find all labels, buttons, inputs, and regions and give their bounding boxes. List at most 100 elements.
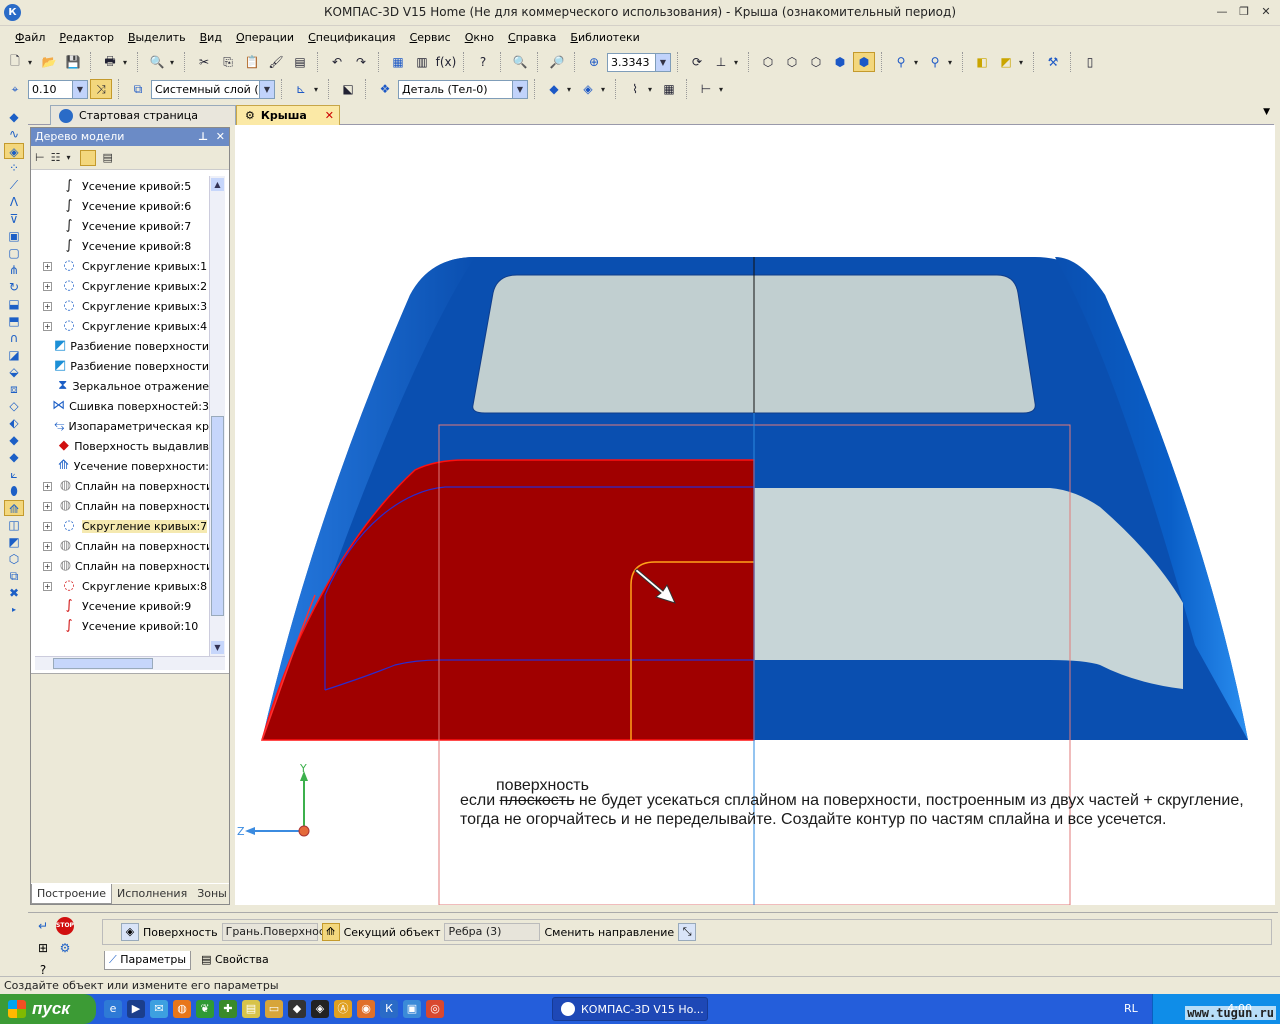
print-icon[interactable]: 🖶 — [99, 52, 121, 72]
tab-construction[interactable]: Построение — [31, 884, 113, 904]
measure-icon[interactable]: ⚒ — [1042, 52, 1064, 72]
expand-icon[interactable]: + — [43, 501, 52, 511]
offset-surface-icon[interactable]: ◆ — [4, 449, 24, 465]
surface-trim-tool-icon[interactable]: ⟰ — [4, 500, 24, 516]
ortho-mode-icon[interactable]: ⤨ — [90, 79, 112, 99]
firefox-icon[interactable]: ◍ — [173, 1000, 191, 1018]
auto-create-icon[interactable]: ⊞ — [34, 939, 52, 957]
new-document-icon[interactable]: 🗋 — [4, 52, 26, 72]
expand-icon[interactable]: + — [43, 541, 52, 551]
kompas-quick-icon[interactable]: ◈ — [311, 1000, 329, 1018]
chevron-down-icon[interactable]: ▼ — [655, 53, 670, 71]
extrude-op-icon[interactable]: ⬓ — [4, 296, 24, 312]
ie-icon[interactable]: e — [104, 1000, 122, 1018]
arrays-icon[interactable]: ⁘ — [4, 160, 24, 176]
mass-icon[interactable]: ▯ — [1079, 52, 1101, 72]
tree-node[interactable]: ◩ Разбиение поверхности — [35, 336, 209, 356]
tree-node[interactable]: ◆ Поверхность выдавлив — [35, 436, 209, 456]
preview-icon[interactable]: 🔍 — [146, 52, 168, 72]
tree-list-icon[interactable]: ☷ — [51, 151, 61, 164]
auxiliary-geometry-icon[interactable]: ⟋ — [4, 177, 24, 193]
patch-op-icon[interactable]: ◪ — [4, 347, 24, 363]
mesh-op-icon[interactable]: ⬙ — [4, 364, 24, 380]
tree-node[interactable]: + ◍ Сплайн на поверхности — [35, 536, 209, 556]
tree-node[interactable]: + ◌ Скругление кривых:7 — [35, 516, 209, 536]
orientation-icon[interactable]: ⊥ — [710, 52, 732, 72]
chrome-icon[interactable]: ◎ — [426, 1000, 444, 1018]
tree-node[interactable]: + ◌ Скругление кривых:3 — [35, 296, 209, 316]
tab-zones[interactable]: Зоны — [192, 884, 232, 904]
tab-properties[interactable]: ▤ Свойства — [197, 951, 273, 970]
stitch-op-icon[interactable]: ⧈ — [4, 381, 24, 397]
elements-icon[interactable]: ⋔ — [4, 262, 24, 278]
scroll-down-icon[interactable]: ▼ — [211, 641, 224, 654]
grid-icon[interactable]: ▦ — [658, 79, 680, 99]
tree-node[interactable]: ⋈ Сшивка поверхностей:3 — [35, 396, 209, 416]
conformal-icon[interactable]: ⧉ — [4, 568, 24, 584]
measurements-icon[interactable]: ▣ — [4, 228, 24, 244]
minimize-icon[interactable]: — — [1214, 5, 1230, 19]
extend-surface-icon[interactable]: ⬖ — [4, 415, 24, 431]
chevron-down-icon[interactable]: ▼ — [259, 80, 274, 98]
expand-icon[interactable]: + — [43, 581, 52, 591]
leaf-icon[interactable]: ❦ — [196, 1000, 214, 1018]
tree-horizontal-scrollbar[interactable] — [35, 656, 225, 670]
layer-icon[interactable]: ⧉ — [127, 79, 149, 99]
manager-icon[interactable]: ▦ — [387, 52, 409, 72]
cutter-field[interactable]: Ребра (3) — [444, 923, 541, 941]
split-surface-icon[interactable]: ◆ — [4, 432, 24, 448]
tree-node[interactable]: + ◌ Скругление кривых:2 — [35, 276, 209, 296]
plugin-icon[interactable]: ✚ — [219, 1000, 237, 1018]
expand-icon[interactable]: + — [43, 261, 52, 271]
layer-combo[interactable]: Системный слой (0) ▼ — [151, 79, 275, 99]
hidden-lines-icon[interactable]: ⬡ — [781, 52, 803, 72]
remove-faces-icon[interactable]: ✖ — [4, 585, 24, 601]
tree-node[interactable]: ∫ Усечение кривой:6 — [35, 196, 209, 216]
plane-icon[interactable]: ⬕ — [337, 79, 359, 99]
close-icon[interactable]: ✕ — [1258, 5, 1274, 19]
open-icon[interactable]: 📂 — [38, 52, 60, 72]
tree-node[interactable]: ∫ Усечение кривой:5 — [35, 176, 209, 196]
tree-node[interactable]: + ◌ Скругление кривых:8 — [35, 576, 209, 596]
snap-step-icon[interactable]: ⌖ — [4, 79, 26, 99]
zoom-in-icon[interactable]: ⊕ — [583, 52, 605, 72]
scroll-thumb[interactable] — [211, 416, 224, 616]
task-kompas[interactable]: КОМПАС-3D V15 Ho... — [552, 997, 708, 1021]
tree-node[interactable]: ◩ Разбиение поверхности — [35, 356, 209, 376]
step-combo[interactable]: 0.10 ▼ — [28, 79, 88, 99]
app-icon[interactable]: ▣ — [403, 1000, 421, 1018]
mail-icon[interactable]: ✉ — [150, 1000, 168, 1018]
avast-icon[interactable]: Ⓐ — [334, 1000, 352, 1018]
copy-icon[interactable]: ⎘ — [217, 52, 239, 72]
spatial-curves-icon[interactable]: ∿ — [4, 126, 24, 142]
local-cs-icon[interactable]: ⊾ — [290, 79, 312, 99]
expand-icon[interactable]: + — [43, 481, 52, 491]
menu-operations[interactable]: Операции — [229, 31, 301, 44]
create-object-icon[interactable]: ↵ — [34, 917, 52, 935]
expand-icon[interactable]: + — [43, 321, 52, 331]
rotate-icon[interactable]: ⟳ — [686, 52, 708, 72]
expand-icon[interactable]: + — [43, 561, 52, 571]
zoom-dynamic-icon[interactable]: 🔎 — [546, 52, 568, 72]
cut-icon[interactable]: ✂ — [193, 52, 215, 72]
close-tab-icon[interactable]: ✕ — [325, 109, 334, 122]
tree-node[interactable]: ∫ Усечение кривой:10 — [35, 616, 209, 636]
surface-select-icon[interactable]: ◈ — [121, 923, 139, 941]
chevron-down-icon[interactable]: ▼ — [512, 80, 527, 98]
more-tools-icon[interactable]: ▸ — [4, 602, 24, 618]
menu-specification[interactable]: Спецификация — [301, 31, 402, 44]
tree-node[interactable]: ∫ Усечение кривой:8 — [35, 236, 209, 256]
tab-roof[interactable]: ⚙ Крыша ✕ — [236, 105, 340, 125]
chevron-down-icon[interactable]: ▼ — [72, 80, 87, 98]
expand-icon[interactable]: + — [43, 521, 52, 531]
kompas-logo-quick-icon[interactable]: К — [380, 1000, 398, 1018]
detail-combo[interactable]: Деталь (Тел-0) ▼ — [398, 79, 528, 99]
tree-node[interactable]: + ◍ Сплайн на поверхности — [35, 476, 209, 496]
menu-select[interactable]: Выделить — [121, 31, 193, 44]
expand-icon[interactable]: + — [43, 281, 52, 291]
pin-icon[interactable]: ⊥ — [198, 130, 208, 143]
zoom-combo[interactable]: 3.3343 ▼ — [607, 52, 671, 72]
tree-node[interactable]: ⟰ Усечение поверхности: — [35, 456, 209, 476]
sheet-metal-icon[interactable]: ▢ — [4, 245, 24, 261]
blender-icon[interactable]: ◉ — [357, 1000, 375, 1018]
